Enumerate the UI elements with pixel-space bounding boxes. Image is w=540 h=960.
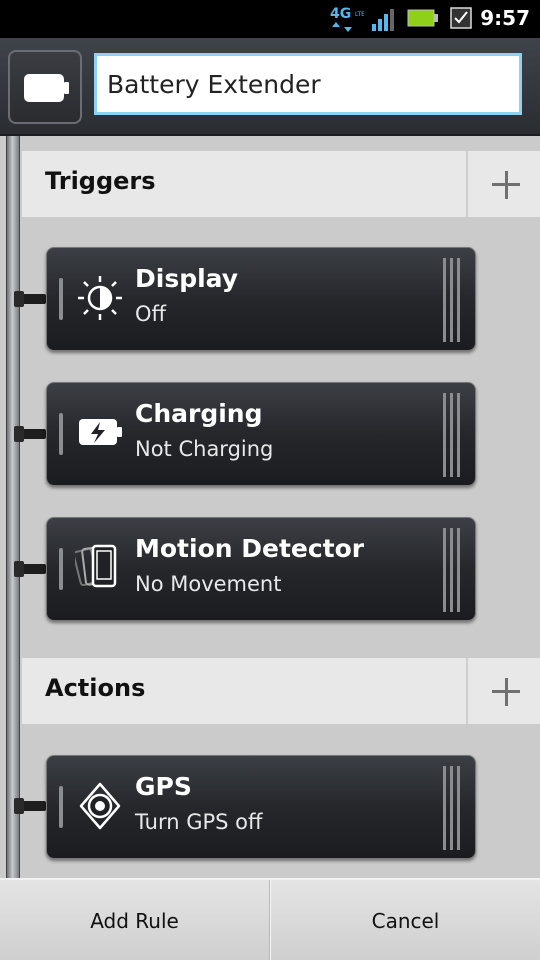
card-marker [59, 413, 63, 455]
action-card-gps[interactable]: GPS Turn GPS off [46, 755, 476, 859]
trigger-card-motion-detector[interactable]: Motion Detector No Movement [46, 517, 476, 621]
svg-text:4G: 4G [330, 6, 351, 22]
drag-handle[interactable] [443, 528, 463, 612]
card-connector [14, 798, 46, 814]
trigger-card-charging[interactable]: Charging Not Charging [46, 382, 476, 486]
cancel-button[interactable]: Cancel [270, 880, 540, 960]
card-connector [14, 426, 46, 442]
card-title: Motion Detector [135, 534, 365, 563]
add-rule-button[interactable]: Add Rule [0, 880, 270, 960]
rule-icon-button[interactable] [8, 50, 82, 124]
card-marker [59, 548, 63, 590]
charging-battery-icon [79, 419, 122, 445]
card-connector [14, 291, 46, 307]
connector-rail [6, 136, 20, 878]
card-marker [59, 786, 63, 828]
card-title: GPS [135, 772, 192, 801]
status-bar: 4G LTE 9:57 [0, 0, 540, 38]
drag-handle[interactable] [443, 766, 463, 850]
drag-handle[interactable] [443, 393, 463, 477]
rule-header [0, 38, 540, 136]
triggers-title: Triggers [45, 167, 156, 195]
trigger-card-display[interactable]: Display Off [46, 247, 476, 351]
rule-editor: Triggers Display Off Charging Not Chargi… [0, 136, 540, 878]
task-check-icon [450, 7, 472, 29]
gps-icon [79, 782, 121, 830]
battery-icon [407, 9, 438, 27]
drag-handle[interactable] [443, 258, 463, 342]
card-subtitle: Turn GPS off [135, 810, 263, 834]
motion-phone-icon [75, 544, 117, 588]
add-trigger-button[interactable] [466, 151, 540, 217]
network-4g-lte-icon: 4G LTE [330, 6, 364, 32]
rule-name-input[interactable] [94, 53, 522, 115]
brightness-icon [78, 276, 122, 320]
card-title: Charging [135, 399, 263, 428]
actions-title: Actions [45, 674, 146, 702]
signal-strength-icon [372, 9, 394, 31]
card-subtitle: No Movement [135, 572, 282, 596]
battery-icon [24, 74, 69, 102]
clock: 9:57 [480, 6, 530, 30]
svg-text:LTE: LTE [355, 11, 364, 18]
card-marker [59, 278, 63, 320]
card-connector [14, 561, 46, 577]
card-title: Display [135, 264, 239, 293]
card-subtitle: Off [135, 302, 166, 326]
card-subtitle: Not Charging [135, 437, 274, 461]
bottom-action-bar: Add Rule Cancel [0, 878, 540, 960]
triggers-header: Triggers [22, 151, 540, 217]
add-action-button[interactable] [466, 658, 540, 724]
actions-header: Actions [22, 658, 540, 724]
